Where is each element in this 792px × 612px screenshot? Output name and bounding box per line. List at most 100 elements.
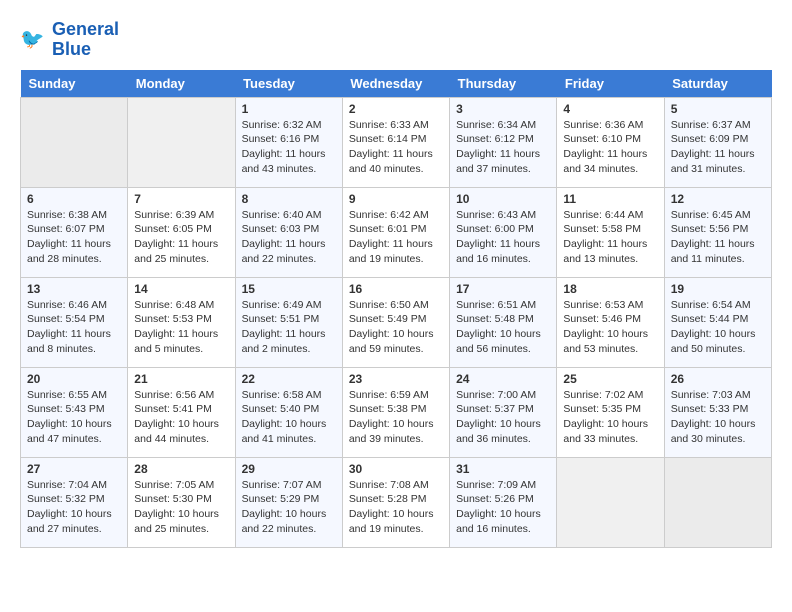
day-number: 27 <box>27 462 121 476</box>
sunrise-text: Sunrise: 6:51 AM <box>456 298 550 313</box>
calendar-cell: 31Sunrise: 7:09 AMSunset: 5:26 PMDayligh… <box>450 457 557 547</box>
daylight-text: Daylight: 10 hours and 19 minutes. <box>349 507 443 536</box>
sunset-text: Sunset: 5:44 PM <box>671 312 765 327</box>
day-number: 5 <box>671 102 765 116</box>
day-number: 6 <box>27 192 121 206</box>
logo-text: General Blue <box>52 20 119 60</box>
calendar-week-3: 13Sunrise: 6:46 AMSunset: 5:54 PMDayligh… <box>21 277 772 367</box>
day-info: Sunrise: 7:05 AMSunset: 5:30 PMDaylight:… <box>134 478 228 537</box>
sunset-text: Sunset: 6:12 PM <box>456 132 550 147</box>
sunrise-text: Sunrise: 7:05 AM <box>134 478 228 493</box>
sunrise-text: Sunrise: 6:56 AM <box>134 388 228 403</box>
sunrise-text: Sunrise: 6:46 AM <box>27 298 121 313</box>
day-number: 18 <box>563 282 657 296</box>
calendar-cell: 6 Sunrise: 6:38 AMSunset: 6:07 PMDaylight… <box>21 187 128 277</box>
sunrise-text: Sunrise: 6:54 AM <box>671 298 765 313</box>
day-info: Sunrise: 6:45 AMSunset: 5:56 PMDaylight:… <box>671 208 765 267</box>
daylight-text: Daylight: 11 hours and 16 minutes. <box>456 237 550 266</box>
calendar-cell: 24Sunrise: 7:00 AMSunset: 5:37 PMDayligh… <box>450 367 557 457</box>
sunset-text: Sunset: 6:09 PM <box>671 132 765 147</box>
day-info: Sunrise: 7:00 AMSunset: 5:37 PMDaylight:… <box>456 388 550 447</box>
calendar-cell <box>557 457 664 547</box>
day-info: Sunrise: 6:43 AMSunset: 6:00 PMDaylight:… <box>456 208 550 267</box>
calendar-cell: 1Sunrise: 6:32 AMSunset: 6:16 PMDaylight… <box>235 97 342 187</box>
daylight-text: Daylight: 10 hours and 25 minutes. <box>134 507 228 536</box>
sunset-text: Sunset: 5:53 PM <box>134 312 228 327</box>
svg-text:🐦: 🐦 <box>20 28 44 50</box>
sunrise-text: Sunrise: 7:04 AM <box>27 478 121 493</box>
day-number: 16 <box>349 282 443 296</box>
day-info: Sunrise: 6:33 AMSunset: 6:14 PMDaylight:… <box>349 118 443 177</box>
day-number: 25 <box>563 372 657 386</box>
daylight-text: Daylight: 11 hours and 11 minutes. <box>671 237 765 266</box>
sunrise-text: Sunrise: 6:48 AM <box>134 298 228 313</box>
daylight-text: Daylight: 10 hours and 36 minutes. <box>456 417 550 446</box>
calendar-week-5: 27Sunrise: 7:04 AMSunset: 5:32 PMDayligh… <box>21 457 772 547</box>
daylight-text: Daylight: 11 hours and 34 minutes. <box>563 147 657 176</box>
day-number: 2 <box>349 102 443 116</box>
sunrise-text: Sunrise: 6:58 AM <box>242 388 336 403</box>
sunset-text: Sunset: 5:58 PM <box>563 222 657 237</box>
daylight-text: Daylight: 10 hours and 16 minutes. <box>456 507 550 536</box>
day-info: Sunrise: 6:40 AMSunset: 6:03 PMDaylight:… <box>242 208 336 267</box>
sunrise-text: Sunrise: 6:55 AM <box>27 388 121 403</box>
weekday-header-wednesday: Wednesday <box>342 70 449 98</box>
daylight-text: Daylight: 10 hours and 30 minutes. <box>671 417 765 446</box>
sunset-text: Sunset: 6:10 PM <box>563 132 657 147</box>
weekday-header-thursday: Thursday <box>450 70 557 98</box>
weekday-header-friday: Friday <box>557 70 664 98</box>
sunset-text: Sunset: 5:49 PM <box>349 312 443 327</box>
weekday-header-tuesday: Tuesday <box>235 70 342 98</box>
calendar-cell: 11 Sunrise: 6:44 AMSunset: 5:58 PMDayligh… <box>557 187 664 277</box>
daylight-text: Daylight: 10 hours and 27 minutes. <box>27 507 121 536</box>
day-info: Sunrise: 6:38 AMSunset: 6:07 PMDaylight:… <box>27 208 121 267</box>
calendar-cell: 22Sunrise: 6:58 AMSunset: 5:40 PMDayligh… <box>235 367 342 457</box>
sunrise-text: Sunrise: 7:09 AM <box>456 478 550 493</box>
sunset-text: Sunset: 5:51 PM <box>242 312 336 327</box>
sunrise-text: Sunrise: 6:42 AM <box>349 208 443 223</box>
logo: 🐦 General Blue <box>20 20 119 60</box>
calendar-cell: 5Sunrise: 6:37 AMSunset: 6:09 PMDaylight… <box>664 97 771 187</box>
day-info: Sunrise: 7:09 AMSunset: 5:26 PMDaylight:… <box>456 478 550 537</box>
sunset-text: Sunset: 5:26 PM <box>456 492 550 507</box>
logo-icon: 🐦 <box>20 26 48 54</box>
sunset-text: Sunset: 5:40 PM <box>242 402 336 417</box>
daylight-text: Daylight: 11 hours and 37 minutes. <box>456 147 550 176</box>
day-info: Sunrise: 7:02 AMSunset: 5:35 PMDaylight:… <box>563 388 657 447</box>
sunrise-text: Sunrise: 6:36 AM <box>563 118 657 133</box>
sunrise-text: Sunrise: 6:43 AM <box>456 208 550 223</box>
day-info: Sunrise: 6:59 AMSunset: 5:38 PMDaylight:… <box>349 388 443 447</box>
daylight-text: Daylight: 10 hours and 47 minutes. <box>27 417 121 446</box>
day-info: Sunrise: 6:48 AMSunset: 5:53 PMDaylight:… <box>134 298 228 357</box>
sunrise-text: Sunrise: 6:39 AM <box>134 208 228 223</box>
day-number: 17 <box>456 282 550 296</box>
sunrise-text: Sunrise: 7:02 AM <box>563 388 657 403</box>
day-info: Sunrise: 6:58 AMSunset: 5:40 PMDaylight:… <box>242 388 336 447</box>
daylight-text: Daylight: 11 hours and 13 minutes. <box>563 237 657 266</box>
sunrise-text: Sunrise: 6:40 AM <box>242 208 336 223</box>
calendar-cell: 14Sunrise: 6:48 AMSunset: 5:53 PMDayligh… <box>128 277 235 367</box>
day-number: 11 <box>563 192 657 206</box>
calendar-cell <box>664 457 771 547</box>
day-info: Sunrise: 7:07 AMSunset: 5:29 PMDaylight:… <box>242 478 336 537</box>
daylight-text: Daylight: 11 hours and 19 minutes. <box>349 237 443 266</box>
day-number: 7 <box>134 192 228 206</box>
calendar-cell: 27Sunrise: 7:04 AMSunset: 5:32 PMDayligh… <box>21 457 128 547</box>
sunrise-text: Sunrise: 6:38 AM <box>27 208 121 223</box>
weekday-header-sunday: Sunday <box>21 70 128 98</box>
day-info: Sunrise: 6:32 AMSunset: 6:16 PMDaylight:… <box>242 118 336 177</box>
calendar-cell: 12Sunrise: 6:45 AMSunset: 5:56 PMDayligh… <box>664 187 771 277</box>
sunset-text: Sunset: 5:38 PM <box>349 402 443 417</box>
calendar-week-4: 20Sunrise: 6:55 AMSunset: 5:43 PMDayligh… <box>21 367 772 457</box>
day-info: Sunrise: 6:49 AMSunset: 5:51 PMDaylight:… <box>242 298 336 357</box>
day-info: Sunrise: 6:50 AMSunset: 5:49 PMDaylight:… <box>349 298 443 357</box>
day-number: 30 <box>349 462 443 476</box>
sunset-text: Sunset: 6:16 PM <box>242 132 336 147</box>
daylight-text: Daylight: 11 hours and 5 minutes. <box>134 327 228 356</box>
sunrise-text: Sunrise: 6:49 AM <box>242 298 336 313</box>
calendar-cell: 25 Sunrise: 7:02 AMSunset: 5:35 PMDayligh… <box>557 367 664 457</box>
day-number: 4 <box>563 102 657 116</box>
daylight-text: Daylight: 10 hours and 41 minutes. <box>242 417 336 446</box>
sunrise-text: Sunrise: 6:44 AM <box>563 208 657 223</box>
daylight-text: Daylight: 10 hours and 39 minutes. <box>349 417 443 446</box>
